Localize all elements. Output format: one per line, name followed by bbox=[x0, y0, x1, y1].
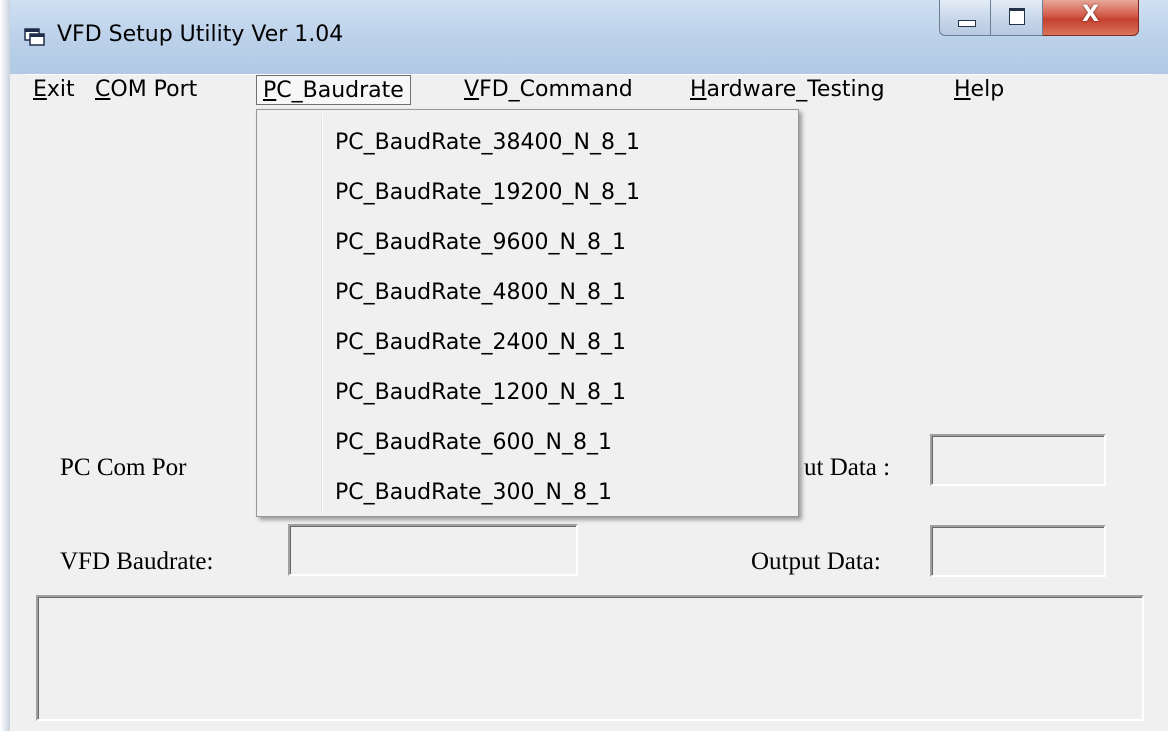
menu-item-baud-2400[interactable]: PC_BaudRate_2400_N_8_1 bbox=[335, 318, 626, 368]
menu-help-accel: H bbox=[954, 77, 971, 102]
input-data-label: ut Data : bbox=[804, 454, 891, 481]
menu-pc-baudrate-accel: P bbox=[263, 78, 277, 103]
maximize-icon bbox=[1009, 8, 1025, 25]
app-icon bbox=[24, 28, 45, 46]
menu-gutter-divider bbox=[321, 114, 323, 512]
maximize-button[interactable] bbox=[991, 0, 1043, 36]
menu-exit-accel: E bbox=[33, 77, 47, 102]
menu-help-label: elp bbox=[970, 77, 1005, 102]
menu-com-port-accel: C bbox=[95, 77, 111, 102]
menu-exit-label: xit bbox=[46, 77, 75, 102]
vfd-baudrate-label: VFD Baudrate: bbox=[60, 548, 214, 575]
menu-vfd-command-label: FD_Command bbox=[479, 77, 633, 102]
output-data-label: Output Data: bbox=[751, 548, 881, 575]
pc-baudrate-dropdown: PC_BaudRate_38400_N_8_1 PC_BaudRate_1920… bbox=[256, 109, 799, 517]
menu-com-port[interactable]: COM Port bbox=[95, 75, 197, 105]
menu-item-baud-9600[interactable]: PC_BaudRate_9600_N_8_1 bbox=[335, 218, 626, 268]
menu-hardware-testing-label: ardware_Testing bbox=[706, 77, 885, 102]
menu-pc-baudrate-label: C_Baudrate bbox=[276, 78, 404, 103]
menu-pc-baudrate[interactable]: PC_Baudrate bbox=[256, 75, 411, 105]
minimize-button[interactable] bbox=[939, 0, 991, 36]
close-button[interactable]: X bbox=[1043, 0, 1139, 36]
menu-com-port-label: OM Port bbox=[110, 77, 198, 102]
pc-com-port-label: PC Com Por bbox=[60, 454, 187, 481]
minimize-icon bbox=[958, 20, 976, 27]
close-icon: X bbox=[1082, 2, 1099, 27]
menu-item-baud-300[interactable]: PC_BaudRate_300_N_8_1 bbox=[335, 468, 612, 518]
menu-item-baud-4800[interactable]: PC_BaudRate_4800_N_8_1 bbox=[335, 268, 626, 318]
desktop-edge bbox=[0, 0, 10, 731]
menu-hardware-testing-accel: H bbox=[690, 77, 707, 102]
menu-help[interactable]: Help bbox=[954, 75, 1004, 105]
menu-item-baud-600[interactable]: PC_BaudRate_600_N_8_1 bbox=[335, 418, 612, 468]
menu-item-baud-38400[interactable]: PC_BaudRate_38400_N_8_1 bbox=[335, 118, 640, 168]
menu-exit[interactable]: Exit bbox=[33, 75, 75, 105]
caption-buttons: X bbox=[939, 0, 1139, 38]
log-textarea[interactable] bbox=[36, 595, 1144, 721]
menu-item-baud-1200[interactable]: PC_BaudRate_1200_N_8_1 bbox=[335, 368, 626, 418]
vfd-baudrate-field[interactable] bbox=[288, 524, 578, 576]
menu-hardware-testing[interactable]: Hardware_Testing bbox=[690, 75, 885, 105]
title-bar[interactable]: VFD Setup Utility Ver 1.04 X bbox=[10, 0, 1168, 74]
menu-vfd-command[interactable]: VFD_Command bbox=[464, 75, 633, 105]
menu-vfd-command-accel: V bbox=[464, 77, 480, 102]
window-title: VFD Setup Utility Ver 1.04 bbox=[57, 22, 344, 47]
menu-item-baud-19200[interactable]: PC_BaudRate_19200_N_8_1 bbox=[335, 168, 640, 218]
output-data-field[interactable] bbox=[930, 525, 1106, 577]
menu-bar: Exit COM Port PC_Baudrate VFD_Command Ha… bbox=[26, 74, 1151, 107]
input-data-field[interactable] bbox=[930, 434, 1106, 486]
